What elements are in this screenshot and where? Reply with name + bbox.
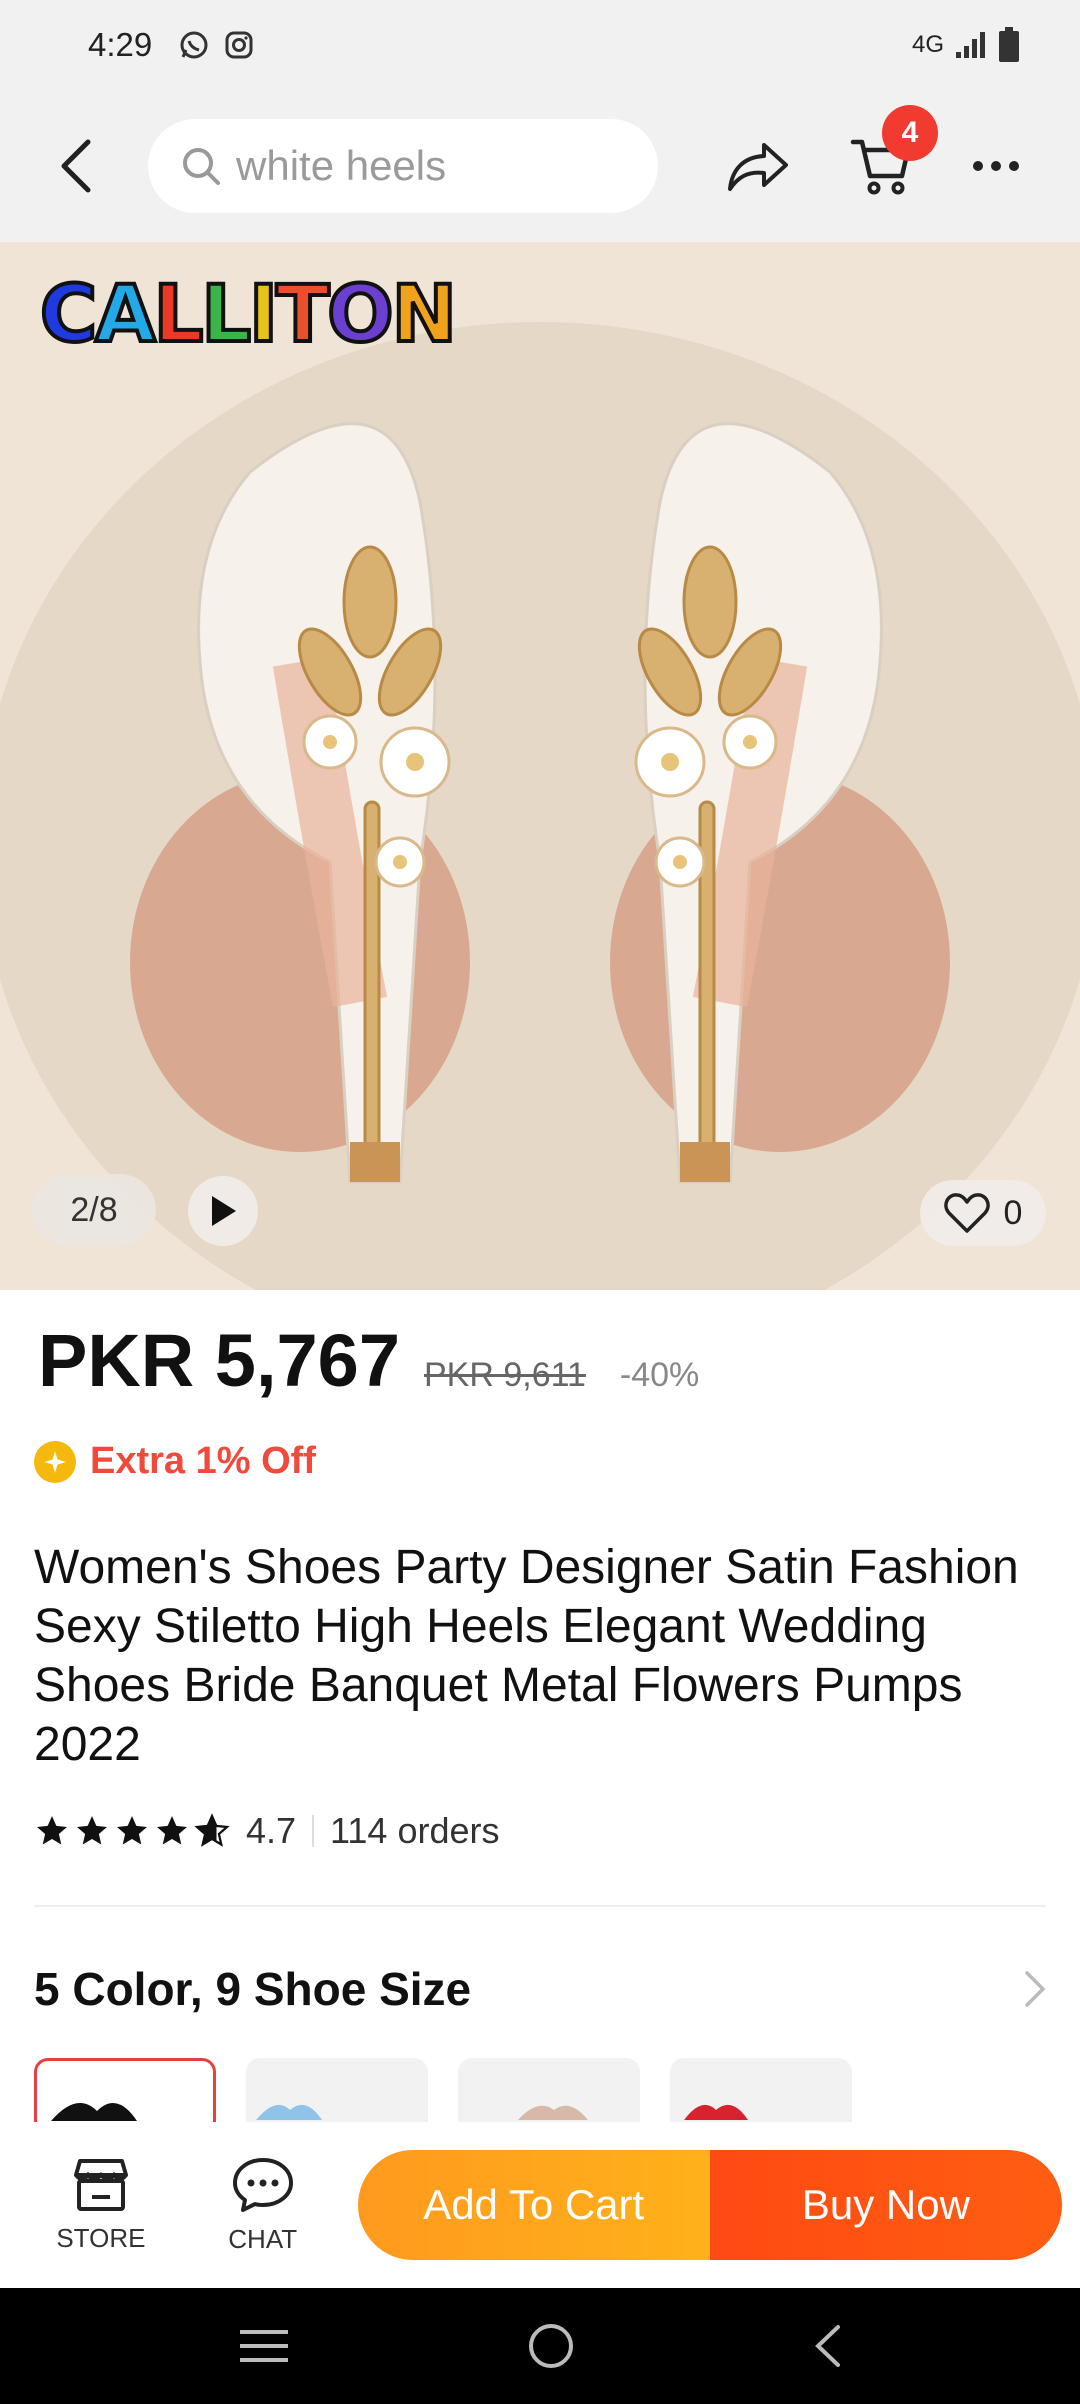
instagram-icon [225, 31, 253, 59]
store-label: STORE [56, 2222, 146, 2253]
swatch-red[interactable] [670, 2058, 852, 2122]
promo-text: Extra 1% Off [90, 1440, 316, 1482]
divider [312, 1815, 315, 1847]
rating-value: 4.7 [246, 1810, 297, 1851]
star-icon [157, 1816, 187, 1845]
system-nav-bar [0, 2288, 1080, 2404]
search-text: white heels [236, 142, 447, 189]
product-title: Women's Shoes Party Designer Satin Fashi… [34, 1541, 1019, 1771]
whatsapp-icon [180, 31, 208, 59]
chat-label: CHAT [228, 2223, 298, 2254]
swatch-blue[interactable] [246, 2058, 428, 2122]
image-counter: 2/8 [32, 1174, 156, 1246]
signal-icon [956, 32, 985, 58]
search-icon [183, 148, 220, 185]
recent-apps-icon[interactable] [238, 2326, 290, 2366]
share-icon[interactable] [726, 139, 790, 193]
play-video-button[interactable] [188, 1176, 258, 1246]
buy-now-button[interactable]: Buy Now [709, 2150, 1062, 2260]
swatch-black[interactable] [34, 2058, 216, 2122]
orders-count: 114 orders [330, 1810, 500, 1851]
color-swatches [34, 2058, 852, 2122]
nav-back-icon[interactable] [812, 2323, 842, 2369]
promo-row[interactable]: Extra 1% Off [34, 1440, 316, 1483]
store-icon [73, 2158, 128, 2211]
chat-button[interactable]: CHAT [196, 2156, 330, 2255]
variant-selector[interactable]: 5 Color, 9 Shoe Size [34, 1962, 1046, 2016]
add-to-cart-button[interactable]: Add To Cart [357, 2150, 710, 2260]
status-bar: 4:29 4G [0, 0, 1080, 90]
rating-row[interactable]: 4.7 114 orders [34, 1810, 499, 1852]
play-icon [212, 1196, 236, 1226]
section-divider [34, 1905, 1046, 1907]
star-icon [117, 1816, 147, 1845]
chat-icon [232, 2157, 293, 2212]
product-photo [0, 242, 1080, 1290]
network-label: 4G [911, 31, 944, 58]
purchase-actions: Add To Cart Buy Now [357, 2150, 1062, 2260]
search-input[interactable]: white heels [148, 119, 658, 213]
variant-label: 5 Color, 9 Shoe Size [34, 1963, 472, 2015]
original-price: PKR 9,611 [423, 1356, 586, 1394]
star-icon [77, 1816, 107, 1845]
wishlist-button[interactable]: 0 [920, 1180, 1046, 1246]
home-icon[interactable] [526, 2321, 576, 2371]
swatch-nude[interactable] [458, 2058, 640, 2122]
promo-star-icon [34, 1440, 76, 1483]
battery-icon [999, 27, 1019, 62]
top-bar: white heels 4 [0, 90, 1080, 242]
more-options-icon[interactable] [972, 160, 1020, 172]
discount-badge: -40% [619, 1356, 700, 1394]
back-button[interactable] [40, 130, 112, 202]
chevron-left-icon [61, 139, 91, 193]
like-count: 0 [1003, 1193, 1023, 1232]
star-icon [37, 1816, 67, 1845]
cart-count-badge: 4 [882, 105, 938, 161]
brand-logo: CALLITON [38, 268, 459, 362]
heart-icon [943, 1193, 990, 1233]
store-button[interactable]: STORE [34, 2157, 168, 2254]
status-time: 4:29 [88, 26, 153, 63]
bottom-action-bar: STORE CHAT Add To Cart Buy Now [0, 2122, 1080, 2288]
star-rating [34, 1813, 230, 1849]
chevron-right-icon [1025, 1971, 1046, 2007]
half-star-icon [194, 1813, 230, 1847]
cart-button[interactable]: 4 [846, 105, 938, 201]
current-price: PKR 5,767 [38, 1319, 400, 1402]
product-image-gallery[interactable]: CALLITON 2/8 0 [0, 242, 1080, 1290]
price-row: PKR 5,767 PKR 9,611 -40% [38, 1318, 699, 1403]
